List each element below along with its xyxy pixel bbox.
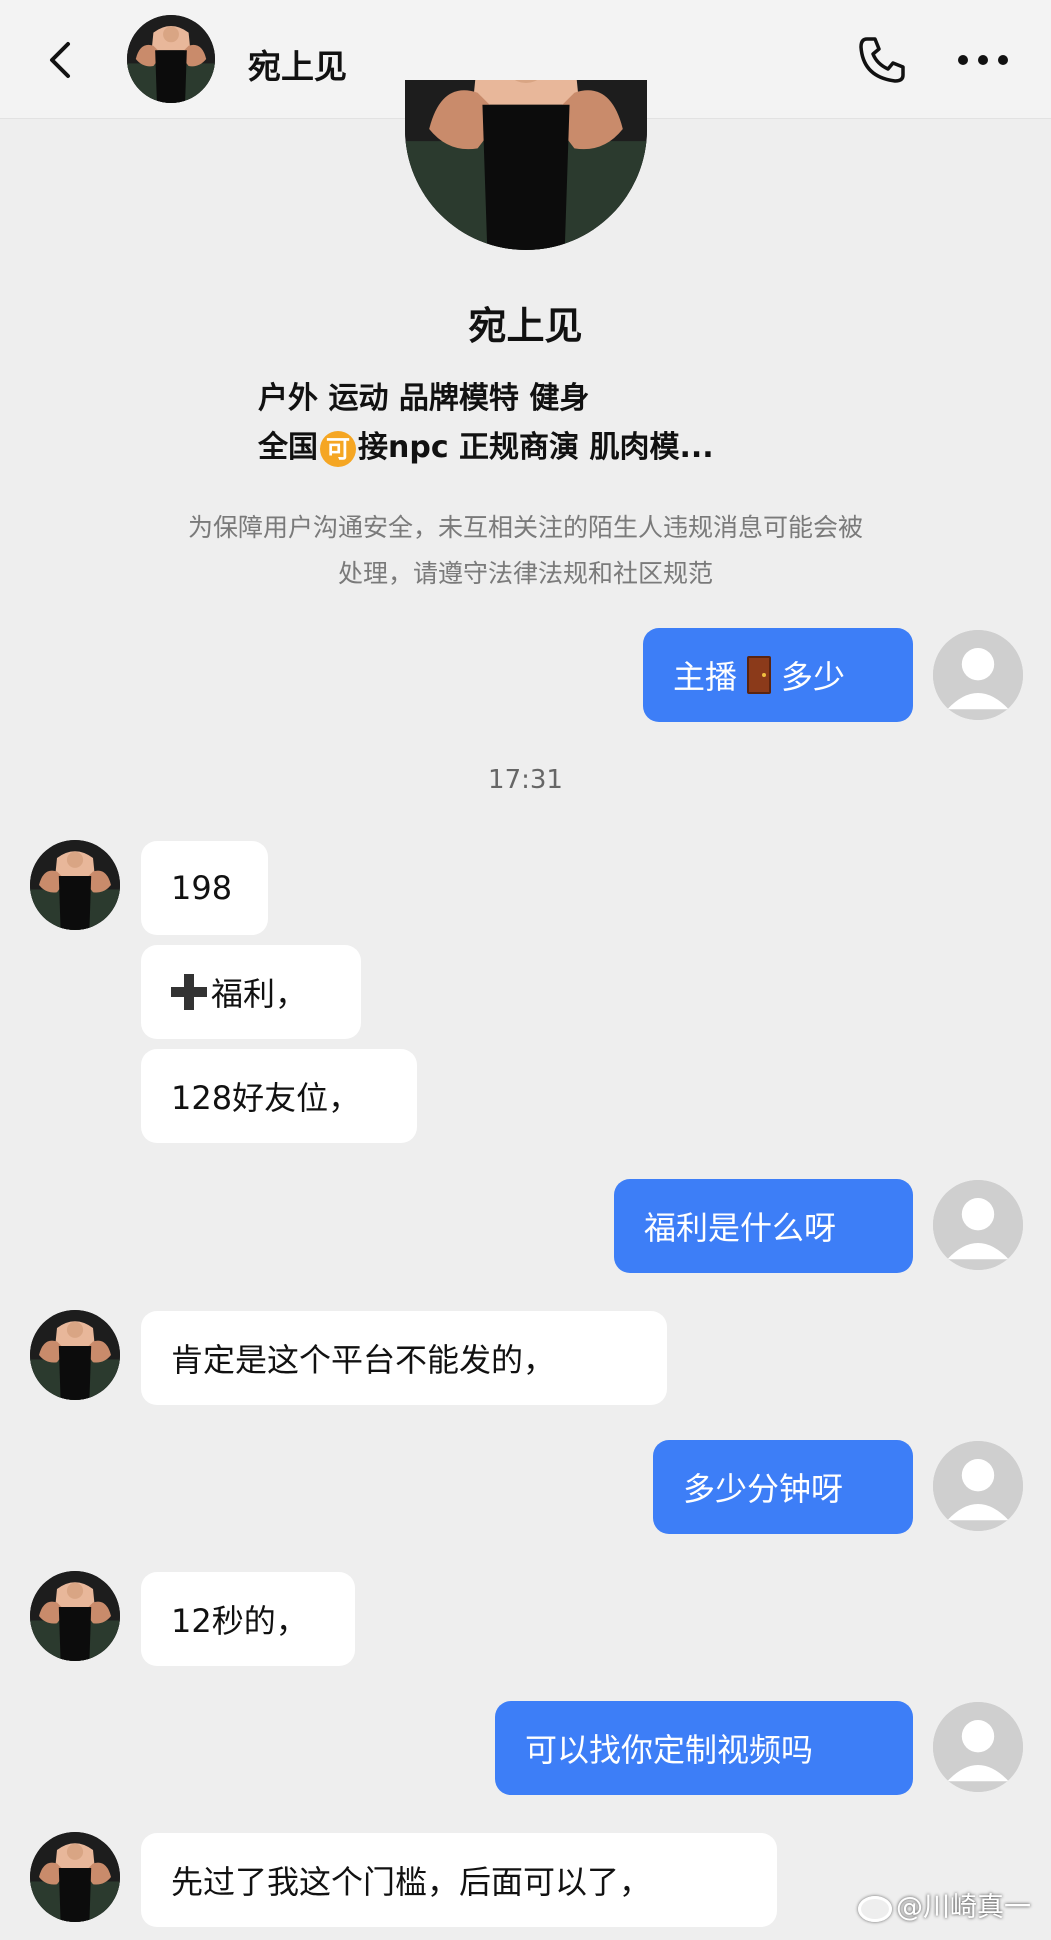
contact-avatar[interactable] (30, 1832, 120, 1922)
message-text: 多少分钟呀 (683, 1470, 844, 1508)
contact-name[interactable]: 宛上见 (248, 40, 347, 88)
message-text: 福利， (211, 975, 308, 1013)
message-text: 肯定是这个平台不能发的， (171, 1341, 556, 1379)
contact-avatar[interactable] (30, 840, 120, 930)
chevron-left-icon[interactable] (40, 38, 80, 82)
message-text: 128好友位， (171, 1079, 361, 1117)
weibo-icon (858, 1895, 892, 1922)
message-timestamp: 17:31 (488, 765, 563, 795)
message-text: 可以找你定制视频吗 (525, 1731, 814, 1769)
plus-icon (171, 974, 207, 1010)
profile-bio-line2: 全国可接npc 正规商演 肌肉模... (258, 422, 714, 467)
profile-name: 宛上见 (468, 304, 583, 348)
notice-line2: 处理，请遵守法律法规和社区规范 (337, 559, 713, 588)
self-avatar[interactable] (933, 1702, 1023, 1792)
self-avatar[interactable] (933, 630, 1023, 720)
message-text: 12秒的， (171, 1602, 308, 1640)
outgoing-message[interactable]: 多少分钟呀 (653, 1440, 913, 1534)
outgoing-message[interactable]: 主播 多少 (643, 628, 913, 722)
message-text: 福利是什么呀 (644, 1209, 837, 1247)
message-text: 多少 (781, 658, 846, 696)
contact-avatar[interactable] (127, 15, 215, 103)
phone-icon[interactable] (855, 33, 909, 87)
bio-text-suffix: 接npc 正规商演 肌肉模... (358, 430, 714, 465)
more-dots-icon[interactable] (955, 50, 1011, 70)
incoming-message[interactable]: 128好友位， (141, 1049, 417, 1143)
message-text: 主播 (673, 658, 738, 696)
weibo-watermark: @川崎真一 (858, 1885, 1031, 1924)
notice-line1: 为保障用户沟通安全，未互相关注的陌生人违规消息可能会被 (187, 513, 863, 542)
contact-avatar[interactable] (30, 1571, 120, 1661)
self-avatar[interactable] (933, 1441, 1023, 1531)
incoming-message[interactable]: 福利， (141, 945, 361, 1039)
profile-avatar[interactable] (405, 80, 647, 250)
incoming-message[interactable]: 先过了我这个门槛，后面可以了， (141, 1833, 777, 1927)
message-text: 198 (171, 869, 233, 907)
safety-notice: 为保障用户沟通安全，未互相关注的陌生人违规消息可能会被 处理，请遵守法律法规和社… (110, 505, 941, 597)
message-text: 先过了我这个门槛，后面可以了， (171, 1863, 652, 1901)
incoming-message[interactable]: 肯定是这个平台不能发的， (141, 1311, 667, 1405)
profile-bio-line1: 户外 运动 品牌模特 健身 (258, 381, 590, 416)
outgoing-message[interactable]: 福利是什么呀 (614, 1179, 913, 1273)
door-emoji-icon (747, 656, 772, 694)
outgoing-message[interactable]: 可以找你定制视频吗 (495, 1701, 913, 1795)
incoming-message[interactable]: 198 (141, 841, 268, 935)
incoming-message[interactable]: 12秒的， (141, 1572, 355, 1666)
available-badge-icon: 可 (320, 430, 356, 467)
watermark-text: @川崎真一 (896, 1892, 1031, 1923)
self-avatar[interactable] (933, 1180, 1023, 1270)
bio-text-prefix: 全国 (258, 430, 318, 465)
contact-avatar[interactable] (30, 1310, 120, 1400)
